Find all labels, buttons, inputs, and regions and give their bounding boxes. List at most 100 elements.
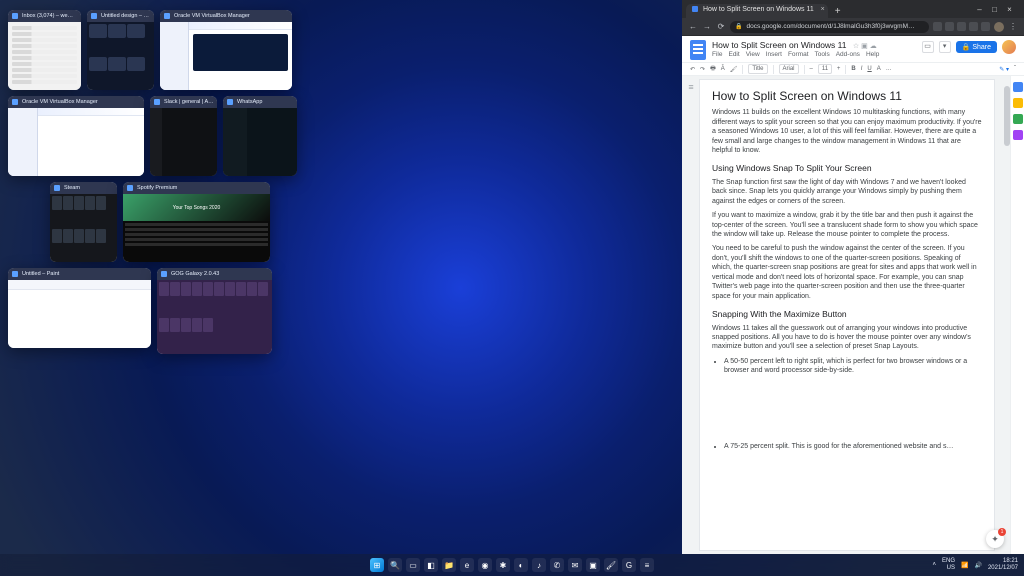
comment-history-button[interactable]: ▾ [939,41,951,53]
redo-button[interactable]: ↷ [700,66,705,73]
extension-icon[interactable] [957,22,966,31]
doc-list-item: A 50-50 percent left to right split, whi… [724,357,982,376]
editing-mode-button[interactable]: ✎ ▾ [999,66,1009,73]
desktop-center-empty-snap-zone[interactable] [368,0,682,554]
menu-addons[interactable]: Add-ons [836,51,860,58]
bold-button[interactable]: B [851,66,855,72]
menu-edit[interactable]: Edit [728,51,739,58]
spellcheck-button[interactable]: Ă [721,66,725,72]
italic-button[interactable]: I [861,66,863,72]
chrome-tab-active[interactable]: How to Split Screen on Windows 11 × [686,4,828,18]
doc-list-item: A 75-25 percent split. This is good for … [724,442,982,451]
network-icon[interactable]: 📶 [961,562,968,569]
extension-icon[interactable] [945,22,954,31]
document-page[interactable]: How to Split Screen on Windows 11 Window… [700,80,994,550]
chrome-profile-icon[interactable] [994,22,1004,32]
snap-thumb-virtualbox-2[interactable]: Oracle VM VirtualBox Manager [8,96,144,176]
taskbar-paint-icon[interactable]: 🖌 [604,558,618,572]
maximize-button[interactable]: □ [990,5,999,14]
undo-button[interactable]: ↶ [690,66,695,73]
paint-format-button[interactable]: 🖌 [730,66,738,73]
more-toolbar-button[interactable]: … [886,66,892,72]
tray-chevron-icon[interactable]: ˄ [932,562,936,568]
taskbar-edge-icon[interactable]: e [460,558,474,572]
move-icon[interactable]: ▣ [861,43,868,50]
style-select[interactable]: Title [748,64,767,74]
keep-sidepanel-icon[interactable] [1013,98,1023,108]
taskbar-mail-icon[interactable]: ✉ [568,558,582,572]
font-select[interactable]: Arial [779,64,799,74]
taskbar-whatsapp-icon[interactable]: ✆ [550,558,564,572]
font-size-decrease[interactable]: – [810,66,813,72]
scrollbar-thumb[interactable] [1004,86,1010,146]
meet-present-button[interactable]: ▭ [922,41,934,53]
print-button[interactable]: 🖶 [710,64,716,74]
close-tab-icon[interactable]: × [821,6,825,13]
snap-thumb-steam[interactable]: Steam [50,182,117,262]
menu-view[interactable]: View [746,51,760,58]
explore-button[interactable]: ✦ 1 [986,530,1004,548]
taskbar-spotify-icon[interactable]: ♪ [532,558,546,572]
chrome-menu-icon[interactable]: ⋮ [1008,22,1018,32]
close-window-button[interactable]: × [1005,5,1014,14]
share-button[interactable]: 🔒Share [956,41,997,53]
language-indicator[interactable]: ENGUS [942,558,955,572]
extension-icon[interactable] [981,22,990,31]
snap-thumb-slack[interactable]: Slack | general | A… [150,96,217,176]
snap-thumb-whatsapp[interactable]: WhatsApp [223,96,297,176]
volume-icon[interactable]: 🔊 [974,562,981,569]
doc-paragraph: If you want to maximize a window, grab i… [712,211,982,239]
omnibox[interactable]: 🔒 docs.google.com/document/d/1J8lmalGu3h… [730,21,929,33]
font-size-input[interactable]: 11 [818,64,832,74]
snap-thumb-spotify[interactable]: Spotify Premium Your Top Songs 2020 [123,182,270,262]
taskbar-center: ⊞ 🔍 ▭ ◧ 📁 e ◉ ✱ ◐ ♪ ✆ ✉ ▣ 🖌 G ≡ [370,558,654,572]
new-tab-button[interactable]: + [832,6,844,18]
font-size-increase[interactable]: + [837,66,841,72]
taskbar-chrome-icon[interactable]: ◉ [478,558,492,572]
taskbar-widgets-icon[interactable]: ◧ [424,558,438,572]
snap-thumb-title: Inbox (3,074) – we… [22,13,73,19]
star-icon[interactable]: ☆ [853,43,859,50]
menu-tools[interactable]: Tools [815,51,830,58]
taskbar-docs-icon[interactable]: ≡ [640,558,654,572]
snap-thumb-canva[interactable]: Untitled design – … [87,10,154,90]
taskbar-start-icon[interactable]: ⊞ [370,558,384,572]
taskbar-taskview-icon[interactable]: ▭ [406,558,420,572]
docs-document-title[interactable]: How to Split Screen on Windows 11 [712,40,847,50]
extension-icon[interactable] [969,22,978,31]
forward-button[interactable]: → [702,22,712,32]
snap-thumb-paint[interactable]: Untitled – Paint [8,268,151,348]
chrome-tab-title: How to Split Screen on Windows 11 [703,6,814,13]
taskbar-steam-icon[interactable]: ◐ [514,558,528,572]
taskbar-gog-icon[interactable]: G [622,558,636,572]
contacts-sidepanel-icon[interactable] [1013,130,1023,140]
taskbar-explorer-icon[interactable]: 📁 [442,558,456,572]
menu-help[interactable]: Help [866,51,879,58]
menu-insert[interactable]: Insert [766,51,782,58]
underline-button[interactable]: U [867,66,871,72]
text-color-button[interactable]: A [877,66,881,72]
snap-thumb-virtualbox-1[interactable]: Oracle VM VirtualBox Manager [160,10,292,90]
toolbar-collapse-icon[interactable]: ˆ [1014,66,1016,72]
taskbar-slack-icon[interactable]: ✱ [496,558,510,572]
account-avatar[interactable] [1002,40,1016,54]
taskbar-search-icon[interactable]: 🔍 [388,558,402,572]
docs-logo-icon[interactable] [690,40,706,60]
clock[interactable]: 18:212021/12/07 [988,558,1018,572]
minimize-button[interactable]: – [975,5,984,14]
doc-paragraph: You need to be careful to push the windo… [712,244,982,301]
snap-thumb-inbox[interactable]: Inbox (3,074) – we… [8,10,81,90]
extension-icon[interactable] [933,22,942,31]
snap-thumb-gog[interactable]: GOG Galaxy 2.0.43 [157,268,272,354]
back-button[interactable]: ← [688,22,698,32]
menu-format[interactable]: Format [788,51,809,58]
menu-file[interactable]: File [712,51,722,58]
snap-thumb-title: Untitled – Paint [22,271,59,277]
calendar-sidepanel-icon[interactable] [1013,82,1023,92]
reload-button[interactable]: ⟳ [716,22,726,32]
vertical-scrollbar[interactable] [1004,76,1010,554]
tasks-sidepanel-icon[interactable] [1013,114,1023,124]
outline-toggle[interactable]: ≡ [682,76,700,554]
whatsapp-icon [227,99,233,105]
taskbar-virtualbox-icon[interactable]: ▣ [586,558,600,572]
